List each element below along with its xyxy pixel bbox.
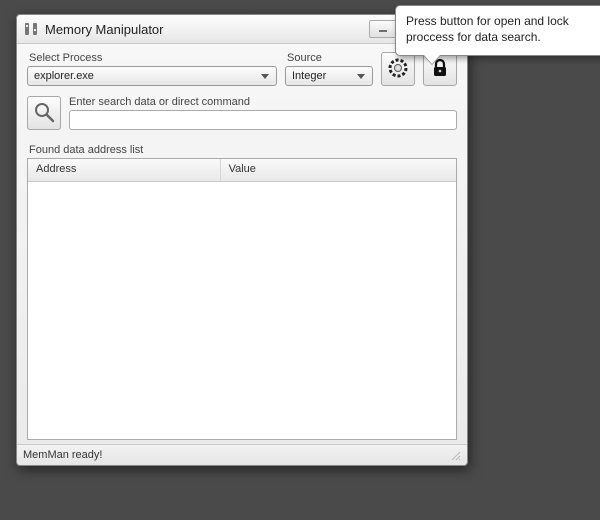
search-icon	[33, 101, 55, 126]
column-value[interactable]: Value	[221, 159, 456, 181]
source-combo[interactable]: Integer	[285, 66, 373, 86]
select-process-label: Select Process	[27, 52, 277, 64]
results-list[interactable]: Address Value	[27, 158, 457, 440]
tooltip: Press button for open and lock proccess …	[395, 5, 600, 56]
chevron-down-icon	[354, 69, 368, 83]
window-title: Memory Manipulator	[45, 22, 365, 37]
search-button[interactable]	[27, 96, 61, 130]
minimize-button[interactable]	[369, 20, 397, 38]
process-combo-value: explorer.exe	[34, 70, 258, 82]
tooltip-text: Press button for open and lock proccess …	[406, 14, 569, 44]
process-combo[interactable]: explorer.exe	[27, 66, 277, 86]
source-label: Source	[285, 52, 373, 64]
list-header: Address Value	[28, 159, 456, 182]
refresh-button[interactable]	[381, 52, 415, 86]
refresh-icon	[387, 57, 409, 82]
column-address[interactable]: Address	[28, 159, 221, 181]
source-combo-value: Integer	[292, 70, 354, 82]
content-area: Select Process explorer.exe Source Integ…	[17, 44, 467, 444]
status-bar: MemMan ready!	[17, 444, 467, 465]
app-icon	[23, 21, 39, 37]
search-input[interactable]	[69, 110, 457, 130]
chevron-down-icon	[258, 69, 272, 83]
search-prompt-label: Enter search data or direct command	[69, 96, 457, 108]
resize-grip-icon[interactable]	[449, 449, 461, 461]
list-body[interactable]	[28, 182, 456, 439]
app-window: Memory Manipulator Select Process explor…	[16, 14, 468, 466]
status-text: MemMan ready!	[23, 449, 102, 461]
found-list-label: Found data address list	[29, 144, 457, 156]
